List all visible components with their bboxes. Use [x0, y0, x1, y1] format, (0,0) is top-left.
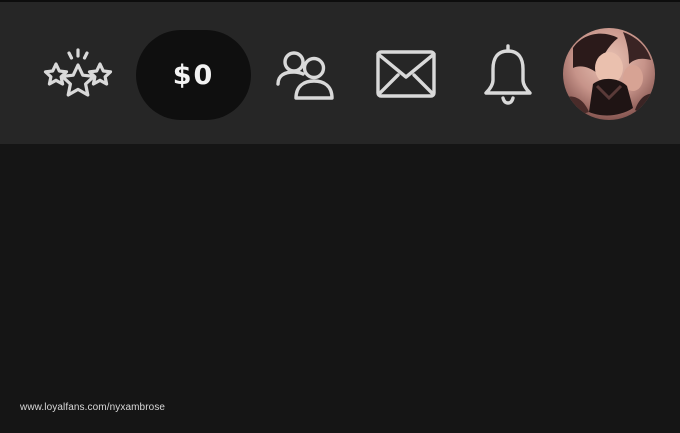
avatar-image [563, 28, 655, 120]
messages-button[interactable] [372, 44, 440, 104]
wallet-balance-button[interactable]: $0 [136, 30, 251, 120]
friends-button[interactable] [272, 46, 338, 104]
stars-button[interactable] [38, 44, 118, 108]
app-screen: $0 www.loyalfans.com/nyxambrose [0, 0, 680, 433]
wallet-balance-label: $0 [172, 59, 215, 91]
envelope-icon [376, 50, 436, 98]
stars-icon [43, 48, 113, 97]
user-avatar[interactable] [563, 28, 655, 120]
users-icon [276, 51, 334, 100]
bell-icon [484, 44, 532, 105]
watermark-url: www.loyalfans.com/nyxambrose [20, 402, 166, 413]
top-navigation-bar: $0 [0, 0, 680, 144]
notifications-button[interactable] [478, 40, 538, 108]
